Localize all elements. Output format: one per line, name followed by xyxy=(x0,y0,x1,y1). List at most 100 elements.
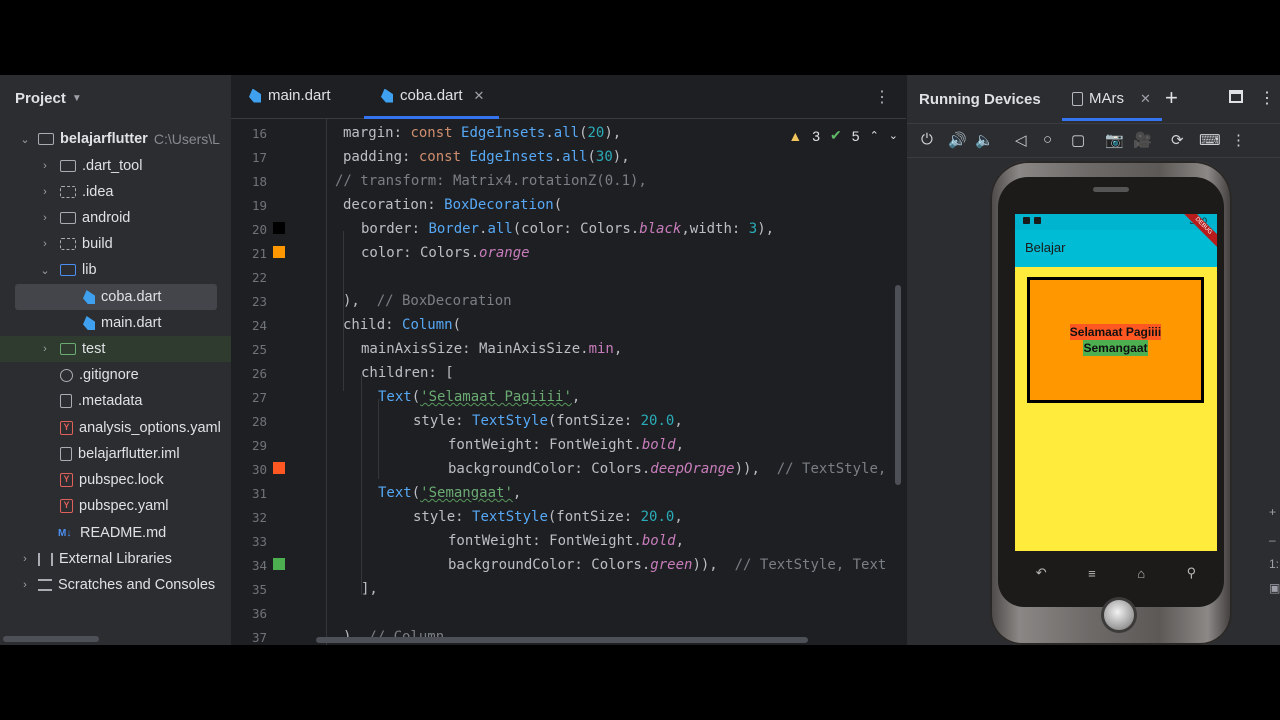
tree-item-test[interactable]: › test xyxy=(0,336,231,362)
fit-screen-icon[interactable]: ▣ xyxy=(1269,581,1280,595)
volume-up-icon[interactable]: 🔊 xyxy=(948,131,967,149)
back-icon[interactable]: ↶ xyxy=(1036,565,1047,581)
test-folder-icon xyxy=(60,343,76,355)
home-icon[interactable]: ○ xyxy=(1043,131,1052,148)
vertical-scrollbar[interactable] xyxy=(895,285,901,485)
inspections-widget[interactable]: ▲ 3 ✔ 5 ⌃ ⌄ xyxy=(782,127,898,144)
tree-item-iml[interactable]: belajarflutter.iml xyxy=(0,441,231,467)
code-area[interactable]: margin: const EdgeInsets.all(20), paddin… xyxy=(326,119,906,645)
more-vert-icon[interactable]: ⋮ xyxy=(874,87,890,107)
tree-item-android[interactable]: › android xyxy=(0,205,231,231)
tree-item-root[interactable]: ⌄ belajarflutter C:\Users\L xyxy=(0,126,231,152)
add-icon[interactable]: + xyxy=(1165,85,1178,111)
dart-file-icon xyxy=(83,290,95,304)
line-number: 20 xyxy=(251,222,267,237)
code-line-23: ), // BoxDecoration xyxy=(343,293,512,309)
chevron-up-icon[interactable]: ⌃ xyxy=(870,129,879,142)
horizontal-scrollbar[interactable] xyxy=(3,636,99,642)
tree-item-label: coba.dart xyxy=(101,289,162,305)
window-layout-icon[interactable] xyxy=(1229,90,1243,103)
root-path: C:\Users\L xyxy=(153,131,220,147)
line-number: 35 xyxy=(251,582,267,597)
code-line-25: mainAxisSize: MainAxisSize.min, xyxy=(361,341,623,357)
line-number: 29 xyxy=(251,438,267,453)
orange-container: Selamaat Pagiiii Semangaat xyxy=(1027,277,1204,403)
check-icon: ✔ xyxy=(830,127,842,143)
library-icon xyxy=(38,552,53,566)
more-vert-icon[interactable]: ⋮ xyxy=(1259,88,1275,108)
encouragement-text: Semangaat xyxy=(1083,340,1148,356)
color-swatch-orange[interactable] xyxy=(273,246,285,258)
device-tab[interactable]: MArs ✕ xyxy=(1072,90,1151,107)
volume-down-icon[interactable]: 🔈 xyxy=(975,131,994,149)
line-number: 26 xyxy=(251,366,267,381)
divider xyxy=(907,123,1280,124)
tree-item-main-dart[interactable]: main.dart xyxy=(0,310,231,336)
tree-item-dart-tool[interactable]: › .dart_tool xyxy=(0,153,231,179)
search-icon[interactable]: ⚲ xyxy=(1187,565,1197,581)
yaml-icon: Y xyxy=(60,499,73,513)
greeting-text: Selamaat Pagiiii xyxy=(1069,324,1162,340)
tree-item-scratches[interactable]: › Scratches and Consoles xyxy=(0,572,231,598)
app-title: Belajar xyxy=(1025,240,1066,255)
color-swatch-black[interactable] xyxy=(273,222,285,234)
tree-item-build[interactable]: › build xyxy=(0,231,231,257)
chevron-down-icon: ⌄ xyxy=(20,133,30,146)
overview-icon[interactable]: ▢ xyxy=(1071,131,1085,149)
tab-coba-dart[interactable]: coba.dart ✕ xyxy=(381,87,484,104)
tree-item-coba-dart[interactable]: coba.dart xyxy=(15,284,217,310)
rotate-icon[interactable]: ⟳ xyxy=(1171,131,1184,149)
dart-file-icon xyxy=(83,316,95,330)
back-icon[interactable]: ◁ xyxy=(1015,131,1027,149)
folder-icon xyxy=(60,186,76,198)
horizontal-scrollbar[interactable] xyxy=(316,637,808,643)
tab-main-dart[interactable]: main.dart xyxy=(249,87,331,104)
line-number: 16 xyxy=(251,126,267,141)
folder-icon xyxy=(60,238,76,250)
tree-item-gitignore[interactable]: .gitignore xyxy=(0,362,231,388)
tree-item-idea[interactable]: › .idea xyxy=(0,179,231,205)
code-line-16: margin: const EdgeInsets.all(20), xyxy=(343,125,622,141)
project-panel: Project ▼ ⌄ belajarflutter C:\Users\L › … xyxy=(0,75,231,645)
indent-guide xyxy=(378,399,379,479)
project-view-selector[interactable]: Project ▼ xyxy=(15,90,82,107)
line-number: 33 xyxy=(251,534,267,549)
yaml-icon: Y xyxy=(60,421,73,435)
line-number: 25 xyxy=(251,342,267,357)
yaml-icon: Y xyxy=(60,473,73,487)
close-icon[interactable]: ✕ xyxy=(1140,91,1151,107)
tree-item-readme[interactable]: M↓ README.md xyxy=(0,520,231,546)
tree-item-label: .idea xyxy=(82,184,114,200)
menu-icon[interactable]: ≡ xyxy=(1088,566,1096,581)
trackball-button[interactable] xyxy=(1104,600,1134,630)
tree-item-lib[interactable]: ⌄ lib xyxy=(0,257,231,283)
more-vert-icon[interactable]: ⋮ xyxy=(1231,131,1246,149)
tree-item-analysis-options[interactable]: Y analysis_options.yaml xyxy=(0,415,231,441)
line-number: 17 xyxy=(251,150,267,165)
video-icon[interactable]: 🎥 xyxy=(1133,131,1152,149)
power-icon[interactable]: ⏻ xyxy=(921,131,933,148)
active-tab-indicator xyxy=(1062,118,1162,121)
device-settings-icon[interactable]: ⌨ xyxy=(1199,131,1221,149)
chevron-right-icon: › xyxy=(43,186,47,198)
tree-item-pubspec-lock[interactable]: Y pubspec.lock xyxy=(0,467,231,493)
device-screen[interactable]: 3:30 Belajar DEBUG Selamaat Pagiiii Sema… xyxy=(1015,214,1217,551)
line-number: 32 xyxy=(251,510,267,525)
color-swatch-green[interactable] xyxy=(273,558,285,570)
device-tab-label: MArs xyxy=(1089,90,1124,107)
close-icon[interactable]: ✕ xyxy=(474,88,485,104)
camera-icon[interactable]: 📷 xyxy=(1105,131,1124,149)
divider xyxy=(907,157,1280,158)
tree-item-label: analysis_options.yaml xyxy=(79,420,221,436)
color-swatch-deep-orange[interactable] xyxy=(273,462,285,474)
source-folder-icon xyxy=(60,264,76,276)
home-icon[interactable]: ⌂ xyxy=(1137,566,1145,581)
tree-item-metadata[interactable]: .metadata xyxy=(0,388,231,414)
tree-item-pubspec-yaml[interactable]: Y pubspec.yaml xyxy=(0,493,231,519)
tree-item-external-libraries[interactable]: › External Libraries xyxy=(0,546,231,572)
code-line-27: Text('Selamaat Pagiiii', xyxy=(378,389,581,405)
chevron-down-icon[interactable]: ⌄ xyxy=(889,129,898,142)
zoom-in-icon[interactable]: + xyxy=(1269,505,1280,519)
chevron-right-icon: › xyxy=(43,238,47,250)
line-number: 36 xyxy=(251,606,267,621)
